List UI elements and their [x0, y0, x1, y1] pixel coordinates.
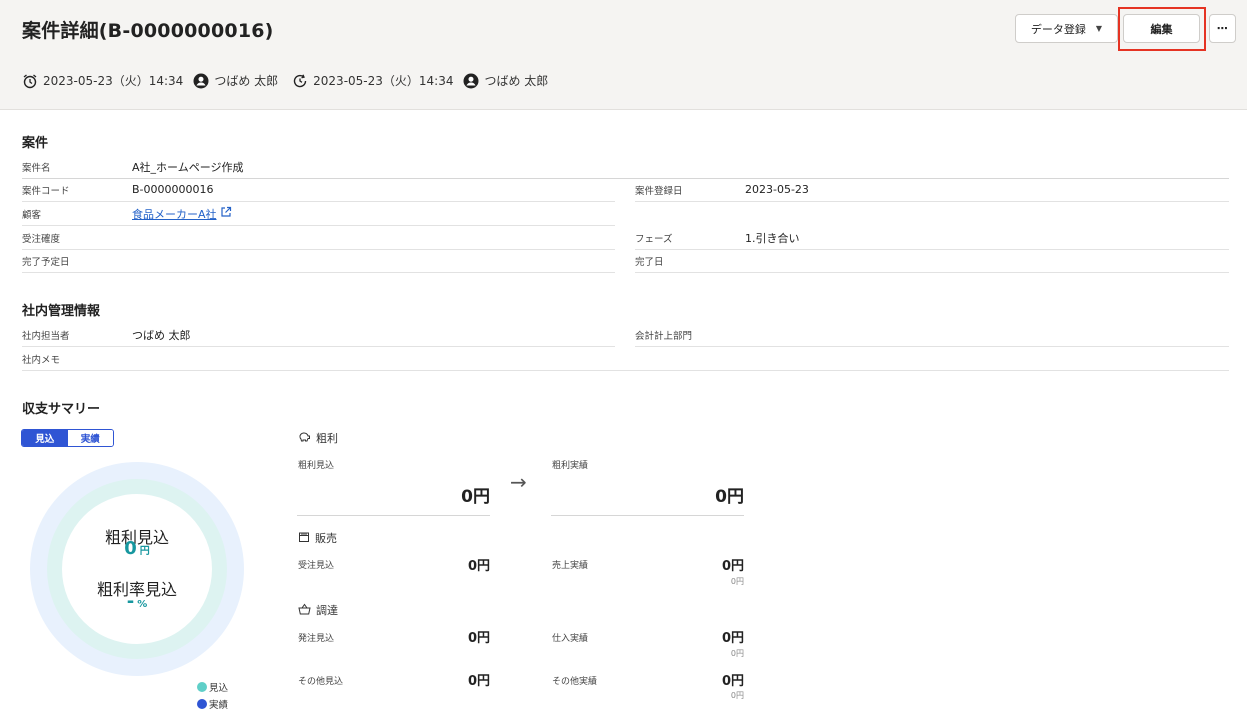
section-title-project: 案件	[22, 136, 49, 151]
po-plan-value: 0円	[467, 631, 490, 646]
field-label: 完了予定日	[22, 256, 70, 268]
field-value: B-0000000016	[132, 183, 214, 196]
customer-link[interactable]: 食品メーカーA社	[132, 206, 232, 222]
more-button[interactable]: ⋯	[1209, 14, 1236, 43]
field-completion-date: 完了日	[635, 249, 1229, 273]
field-internal-staff: 社内担当者 つばめ 太郎	[22, 323, 615, 347]
edit-button[interactable]: 編集	[1123, 14, 1200, 43]
other-plan-value: 0円	[467, 674, 490, 689]
field-accounting-dept: 会計計上部門	[635, 323, 1229, 347]
legend-plan: 見込	[197, 680, 228, 694]
other-actual-value: 0円	[721, 674, 744, 689]
field-label: 受注確度	[22, 233, 61, 245]
created-at: 2023-05-23（火）14:34	[43, 74, 184, 88]
other-actual-label: その他実績	[552, 677, 598, 687]
external-link-icon	[220, 206, 232, 221]
legend-dot-actual	[197, 699, 207, 709]
created-by: つばめ 太郎	[214, 74, 279, 88]
basket-icon	[298, 603, 311, 618]
po-plan-label: 発注見込	[298, 634, 335, 644]
data-register-label: データ登録	[1030, 22, 1086, 36]
field-due-date: 完了予定日	[22, 249, 615, 273]
divider	[297, 515, 490, 516]
field-label: 完了日	[635, 256, 664, 268]
field-value: 2023-05-23	[745, 183, 809, 196]
field-registration-date: 案件登録日 2023-05-23	[635, 178, 1229, 202]
group-sales: 販売	[298, 530, 337, 546]
piggy-bank-icon	[298, 431, 311, 446]
field-phase: フェーズ 1.引き合い	[635, 226, 1229, 250]
record-meta: 2023-05-23（火）14:34 つばめ 太郎 2023-05-23（火）1…	[22, 72, 548, 89]
alarm-clock-icon	[22, 73, 38, 89]
user-circle-icon	[193, 73, 209, 89]
updated-at: 2023-05-23（火）14:34	[313, 74, 454, 88]
field-value: 1.引き合い	[745, 231, 800, 245]
purchase-actual-value: 0円	[721, 631, 744, 646]
divider	[551, 515, 744, 516]
group-procurement: 調達	[298, 602, 338, 618]
legend-actual: 実績	[197, 697, 228, 711]
customer-link-text: 食品メーカーA社	[132, 207, 217, 221]
field-customer: 顧客 食品メーカーA社	[22, 202, 615, 226]
store-icon	[298, 531, 310, 546]
profit-donut-chart	[30, 462, 244, 676]
order-plan-label: 受注見込	[298, 561, 335, 571]
section-title-internal: 社内管理情報	[22, 304, 101, 319]
profit-plan-value: 0円	[461, 487, 490, 507]
field-value: A社_ホームページ作成	[132, 161, 244, 174]
user-circle-icon	[463, 73, 479, 89]
sales-actual-sub: 0円	[730, 577, 744, 586]
field-label: フェーズ	[635, 233, 673, 245]
field-value: つばめ 太郎	[132, 328, 191, 342]
donut-rate-value: -%	[126, 591, 148, 612]
profit-actual-value: 0円	[715, 487, 744, 507]
group-profit: 粗利	[298, 430, 338, 446]
page-title: 案件詳細(B-0000000016)	[22, 20, 274, 42]
legend-dot-plan	[197, 682, 207, 692]
field-label: 案件名	[22, 163, 51, 174]
toggle-actual[interactable]: 実績	[67, 430, 113, 446]
field-label: 会計計上部門	[635, 330, 693, 342]
field-project-code: 案件コード B-0000000016	[22, 178, 615, 202]
sales-actual-label: 売上実績	[552, 561, 589, 571]
field-label: 顧客	[22, 209, 42, 221]
field-label: 案件登録日	[635, 185, 683, 197]
field-label: 社内メモ	[22, 354, 61, 366]
caret-down-icon: ▼	[1095, 24, 1103, 33]
other-actual-sub: 0円	[730, 691, 744, 700]
field-label: 社内担当者	[22, 330, 70, 342]
toggle-plan[interactable]: 見込	[22, 430, 68, 446]
purchase-actual-label: 仕入実績	[552, 634, 589, 644]
profit-actual-label: 粗利実績	[552, 461, 589, 471]
order-plan-value: 0円	[467, 559, 490, 574]
field-order-certainty: 受注確度	[22, 226, 615, 250]
section-title-summary: 収支サマリー	[22, 402, 101, 417]
updated-by: つばめ 太郎	[484, 74, 549, 88]
data-register-button[interactable]: データ登録 ▼	[1015, 14, 1118, 43]
refresh-clock-icon	[292, 73, 308, 89]
plan-actual-toggle: 見込 実績	[21, 429, 114, 447]
other-plan-label: その他見込	[298, 677, 344, 687]
arrow-right-icon: →	[510, 470, 527, 494]
field-label: 案件コード	[22, 185, 70, 197]
purchase-actual-sub: 0円	[730, 649, 744, 658]
field-project-name: 案件名 A社_ホームページ作成	[22, 155, 615, 179]
profit-plan-label: 粗利見込	[298, 461, 335, 471]
page-header: 案件詳細(B-0000000016) 2023-05-23（火）14:34 つば…	[0, 0, 1247, 110]
donut-profit-value: 0円	[124, 538, 150, 559]
sales-actual-value: 0円	[721, 559, 744, 574]
field-internal-memo: 社内メモ	[22, 347, 1229, 371]
